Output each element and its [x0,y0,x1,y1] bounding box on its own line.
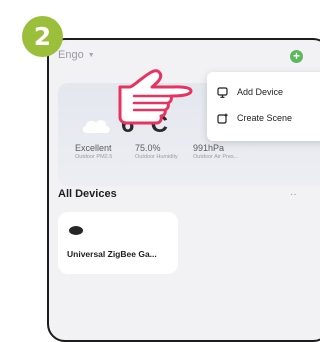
create-scene-icon [217,113,228,124]
stat-label: Outdoor Humidity [135,154,178,160]
pointing-hand-icon [118,69,193,125]
stat-label: Outdoor Air Pres... [193,154,239,160]
more-options-icon[interactable]: ·· [290,189,297,200]
menu-item-label: Add Device [237,87,284,97]
plus-circle-icon[interactable]: + [290,50,303,63]
weather-stats: Excellent Outdoor PM2.5 75.0% Outdoor Hu… [75,143,251,160]
device-card[interactable]: Universal ZigBee Ga... [58,212,178,274]
device-name: Universal ZigBee Ga... [67,249,157,259]
gateway-icon [69,226,83,235]
stat-value: 75.0% [135,143,161,153]
menu-item-create-scene[interactable]: Create Scene [217,108,292,128]
add-device-icon [217,86,228,98]
stat-label: Outdoor PM2.5 [75,154,113,160]
cloud-icon [82,120,110,133]
stat-humidity: 75.0% Outdoor Humidity [135,143,193,160]
stat-value: 991hPa [193,143,225,153]
stat-value: Excellent [75,143,112,153]
stat-pm25: Excellent Outdoor PM2.5 [75,143,135,160]
step-number: 2 [33,22,52,51]
menu-item-label: Create Scene [237,113,293,123]
chevron-down-icon: ▼ [87,51,95,59]
menu-item-add-device[interactable]: Add Device [217,82,283,102]
home-selector[interactable]: Engo ▼ [58,49,95,61]
section-title: All Devices [58,188,117,200]
home-name: Engo [58,49,84,61]
step-badge: 2 [22,16,63,57]
stat-pressure: 991hPa Outdoor Air Pres... [193,143,251,160]
add-menu: Add Device Create Scene [207,72,320,141]
